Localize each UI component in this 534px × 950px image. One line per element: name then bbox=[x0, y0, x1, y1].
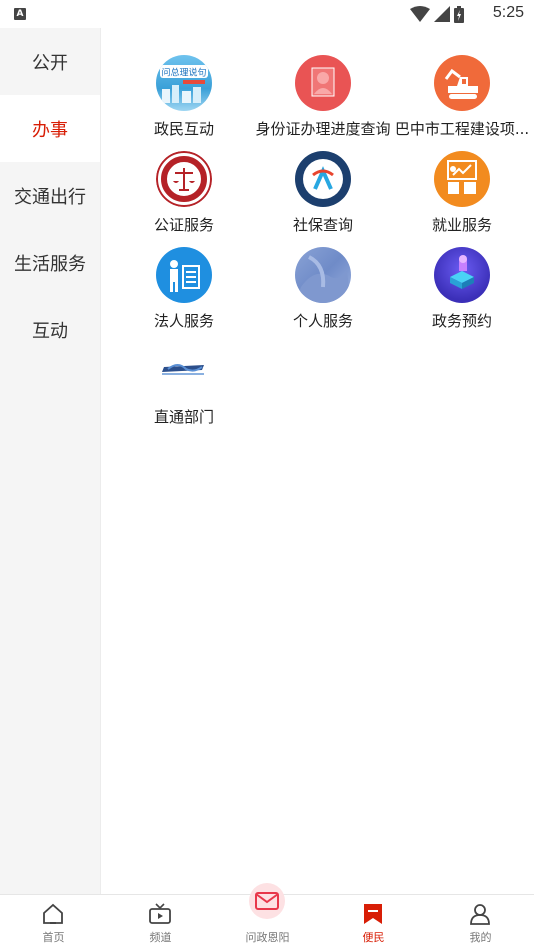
sidebar-item-hudong[interactable]: 互动 bbox=[0, 296, 100, 363]
appointment-icon bbox=[434, 247, 490, 303]
tab-channel[interactable]: 频道 bbox=[107, 895, 214, 950]
service-item-jiuye[interactable]: 就业服务 bbox=[392, 138, 532, 234]
clock: 5:25 bbox=[492, 4, 524, 21]
tab-label: 我的 bbox=[469, 931, 492, 944]
service-label: 直通部门 bbox=[153, 408, 214, 426]
service-item-shebao[interactable]: 社保查询 bbox=[253, 138, 393, 234]
status-icons bbox=[410, 5, 464, 23]
sidebar-item-jiaotong[interactable]: 交通出行 bbox=[0, 162, 100, 229]
service-item-notary[interactable]: 公证服务 bbox=[114, 138, 254, 234]
mail-icon bbox=[255, 892, 279, 910]
service-label: 政民互动 bbox=[153, 120, 214, 138]
service-label: 身份证办理进度查询 bbox=[255, 120, 391, 138]
poster-title-text: 问总理说句 bbox=[161, 67, 206, 79]
service-item-idcard[interactable]: 身份证办理进度查询 bbox=[253, 42, 393, 138]
service-item-bazhong[interactable]: 巴中市工程建设项... bbox=[392, 42, 532, 138]
service-item-geren[interactable]: 个人服务 bbox=[253, 234, 393, 330]
mail-button[interactable] bbox=[249, 883, 285, 919]
personal-service-icon bbox=[295, 247, 351, 303]
tab-mine[interactable]: 我的 bbox=[427, 895, 534, 950]
sidebar-item-shenghuo[interactable]: 生活服务 bbox=[0, 229, 100, 296]
notification-icon: A bbox=[14, 8, 26, 20]
social-security-logo-icon bbox=[295, 151, 351, 207]
category-sidebar: 公开 办事 交通出行 生活服务 互动 bbox=[0, 28, 101, 894]
service-item-yuyue[interactable]: 政务预约 bbox=[392, 234, 532, 330]
wifi-icon bbox=[410, 6, 430, 22]
person-icon bbox=[470, 904, 490, 925]
tab-label: 首页 bbox=[42, 931, 65, 944]
sidebar-item-banshi[interactable]: 办事 bbox=[0, 95, 100, 162]
excavator-icon bbox=[434, 55, 490, 111]
service-label: 个人服务 bbox=[292, 312, 353, 330]
tv-icon bbox=[149, 903, 171, 924]
home-icon bbox=[43, 903, 63, 924]
service-label: 公证服务 bbox=[153, 216, 214, 234]
tab-home[interactable]: 首页 bbox=[0, 895, 107, 950]
legal-person-icon bbox=[156, 247, 212, 303]
tab-bianmin[interactable]: 便民 bbox=[320, 895, 427, 950]
bookmark-icon bbox=[364, 904, 382, 924]
status-bar: A 5:25 bbox=[0, 0, 534, 28]
service-item-zhitong[interactable]: 直通部门 bbox=[114, 330, 254, 426]
service-item-zhengmin[interactable]: 问总理说句 政民互动 bbox=[114, 42, 254, 138]
tab-label: 便民 bbox=[362, 931, 385, 944]
service-label: 巴中市工程建设项... bbox=[394, 120, 530, 138]
service-label: 政务预约 bbox=[431, 312, 492, 330]
tab-label: 频道 bbox=[149, 931, 172, 944]
service-label: 就业服务 bbox=[431, 216, 492, 234]
service-label: 法人服务 bbox=[153, 312, 214, 330]
service-item-faren[interactable]: 法人服务 bbox=[114, 234, 254, 330]
bottom-nav: 首页 频道 问政恩阳 便民 我的 bbox=[0, 883, 534, 950]
wenzongli-poster-icon: 问总理说句 bbox=[156, 55, 212, 111]
notary-seal-icon bbox=[156, 151, 212, 207]
employment-icon bbox=[434, 151, 490, 207]
sidebar-item-gongkai[interactable]: 公开 bbox=[0, 28, 100, 95]
id-card-icon bbox=[295, 55, 351, 111]
service-label: 社保查询 bbox=[292, 216, 353, 234]
direct-department-logo-icon bbox=[156, 343, 212, 399]
signal-icon bbox=[434, 6, 450, 22]
tab-label: 问政恩阳 bbox=[245, 931, 290, 944]
battery-icon bbox=[454, 5, 464, 23]
